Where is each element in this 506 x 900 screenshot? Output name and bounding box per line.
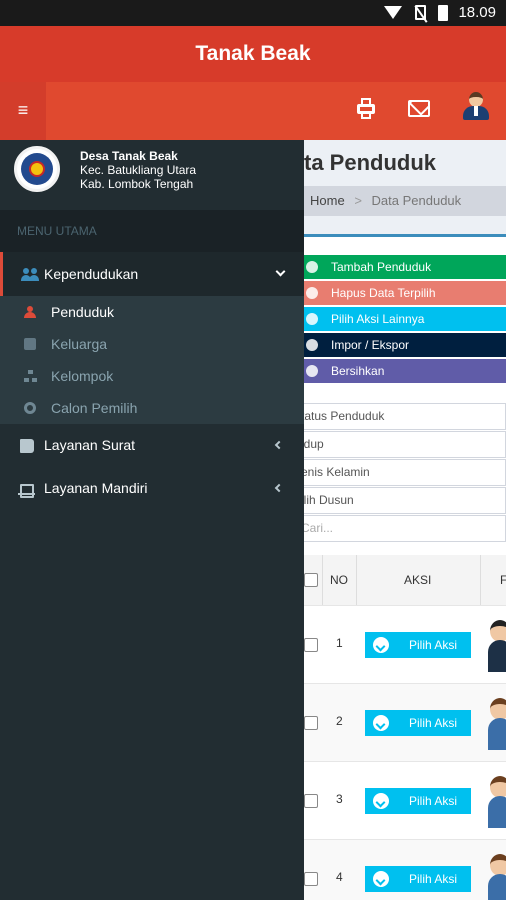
battery-icon (438, 5, 448, 21)
hapus-data-button[interactable]: Hapus Data Terpilih (304, 281, 506, 305)
sidebar-item-keluarga[interactable]: Keluarga (0, 328, 304, 360)
row-number: 4 (336, 870, 343, 884)
district-name: Kec. Batukliang Utara (80, 163, 197, 177)
plus-icon (306, 261, 318, 273)
jenis-kelamin-select[interactable]: enis Kelamin (304, 459, 506, 486)
table-row: 4 Pilih Aksi (304, 839, 506, 900)
sidebar-item-label: Kependudukan (44, 266, 139, 282)
chevron-down-icon (275, 266, 286, 277)
chevron-left-icon (274, 483, 284, 493)
menu-toggle-button[interactable]: ≡ (0, 82, 46, 140)
sidebar-item-calon-pemilih[interactable]: Calon Pemilih (0, 392, 304, 424)
chevron-circle-down-icon (373, 715, 389, 731)
refresh-icon (306, 365, 318, 377)
resident-photo (488, 854, 506, 900)
app-title-bar: Tanak Beak (0, 26, 506, 82)
resident-photo (488, 698, 506, 750)
breadcrumb-home-link[interactable]: Home (310, 193, 345, 208)
column-header-foto: F (500, 573, 506, 587)
dusun-select[interactable]: ilih Dusun (304, 487, 506, 514)
filter-panel: tatus Penduduk idup enis Kelamin ilih Du… (304, 403, 506, 543)
circle-arrow-icon (306, 339, 318, 351)
sidebar-item-kependudukan[interactable]: Kependudukan (0, 252, 304, 296)
app-title: Tanak Beak (195, 42, 311, 65)
row-number: 2 (336, 714, 343, 728)
status-penduduk-select[interactable]: tatus Penduduk (304, 403, 506, 430)
status-hidup-select[interactable]: idup (304, 431, 506, 458)
row-checkbox[interactable] (304, 638, 318, 652)
row-checkbox[interactable] (304, 716, 318, 730)
pilih-aksi-button[interactable]: Pilih Aksi (365, 866, 471, 892)
search-input[interactable]: Cari... (304, 515, 506, 542)
sitemap-icon (24, 370, 37, 382)
row-checkbox[interactable] (304, 794, 318, 808)
regency-name: Kab. Lombok Tengah (80, 177, 194, 191)
action-buttons: Tambah Penduduk Hapus Data Terpilih Pili… (304, 255, 506, 385)
village-logo (14, 146, 60, 192)
users-icon (21, 267, 39, 281)
user-avatar-icon[interactable] (463, 92, 489, 122)
trash-icon (306, 287, 318, 299)
sidebar-item-penduduk[interactable]: Penduduk (0, 296, 304, 328)
navigation-drawer: Desa Tanak Beak Kec. Batukliang Utara Ka… (0, 140, 304, 900)
menu-header: MENU UTAMA (0, 210, 304, 252)
status-bar: 18.09 (0, 0, 506, 26)
target-icon (24, 402, 36, 414)
village-panel: Desa Tanak Beak Kec. Batukliang Utara Ka… (0, 140, 304, 210)
row-number: 1 (336, 636, 343, 650)
kependudukan-submenu: Penduduk Keluarga Kelompok Calon Pemilih (0, 296, 304, 424)
column-header-no: NO (330, 573, 348, 587)
table-row: 3 Pilih Aksi (304, 761, 506, 839)
arrow-circle-icon (306, 313, 318, 325)
pilih-aksi-button[interactable]: Pilih Aksi (365, 632, 471, 658)
book-icon (20, 439, 34, 453)
chevron-circle-down-icon (373, 793, 389, 809)
sidebar-item-kelompok[interactable]: Kelompok (0, 360, 304, 392)
penduduk-table: NO AKSI F 1 Pilih Aksi 2 Pilih Aksi 3 Pi… (304, 555, 506, 900)
row-number: 3 (336, 792, 343, 806)
column-header-aksi: AKSI (404, 573, 432, 587)
mail-icon[interactable] (408, 100, 430, 117)
tambah-penduduk-button[interactable]: Tambah Penduduk (304, 255, 506, 279)
user-icon (24, 306, 36, 318)
row-checkbox[interactable] (304, 872, 318, 886)
no-signal-icon (415, 5, 426, 20)
pilih-aksi-button[interactable]: Pilih Aksi (365, 788, 471, 814)
table-row: 1 Pilih Aksi (304, 605, 506, 683)
page-title: ta Penduduk (304, 150, 437, 175)
impor-ekspor-button[interactable]: Impor / Ekspor (304, 333, 506, 357)
chevron-left-icon (274, 440, 284, 450)
resident-photo (488, 776, 506, 828)
breadcrumb-separator: > (354, 193, 362, 208)
select-all-checkbox[interactable] (304, 573, 318, 587)
chevron-circle-down-icon (373, 637, 389, 653)
chevron-circle-down-icon (373, 871, 389, 887)
breadcrumb-current: Data Penduduk (371, 193, 462, 208)
bersihkan-button[interactable]: Bersihkan (304, 359, 506, 383)
top-toolbar: ≡ (0, 82, 506, 140)
sidebar-item-layanan-surat[interactable]: Layanan Surat (0, 424, 304, 467)
data-box: Tambah Penduduk Hapus Data Terpilih Pili… (304, 234, 506, 900)
table-header: NO AKSI F (304, 555, 506, 605)
pilih-aksi-button[interactable]: Pilih Aksi (365, 710, 471, 736)
pilih-aksi-lainnya-button[interactable]: Pilih Aksi Lainnya (304, 307, 506, 331)
sidebar-item-layanan-mandiri[interactable]: Layanan Mandiri (0, 467, 304, 510)
village-name: Desa Tanak Beak (80, 149, 178, 163)
print-icon[interactable] (355, 98, 377, 120)
wifi-icon (384, 6, 402, 19)
breadcrumb: Home > Data Penduduk (304, 186, 506, 216)
resident-photo (488, 620, 506, 672)
laptop-icon (18, 484, 35, 498)
table-row: 2 Pilih Aksi (304, 683, 506, 761)
main-content: ta Penduduk Home > Data Penduduk Tambah … (304, 140, 506, 900)
clock: 18.09 (458, 4, 496, 21)
users-icon (24, 338, 36, 350)
